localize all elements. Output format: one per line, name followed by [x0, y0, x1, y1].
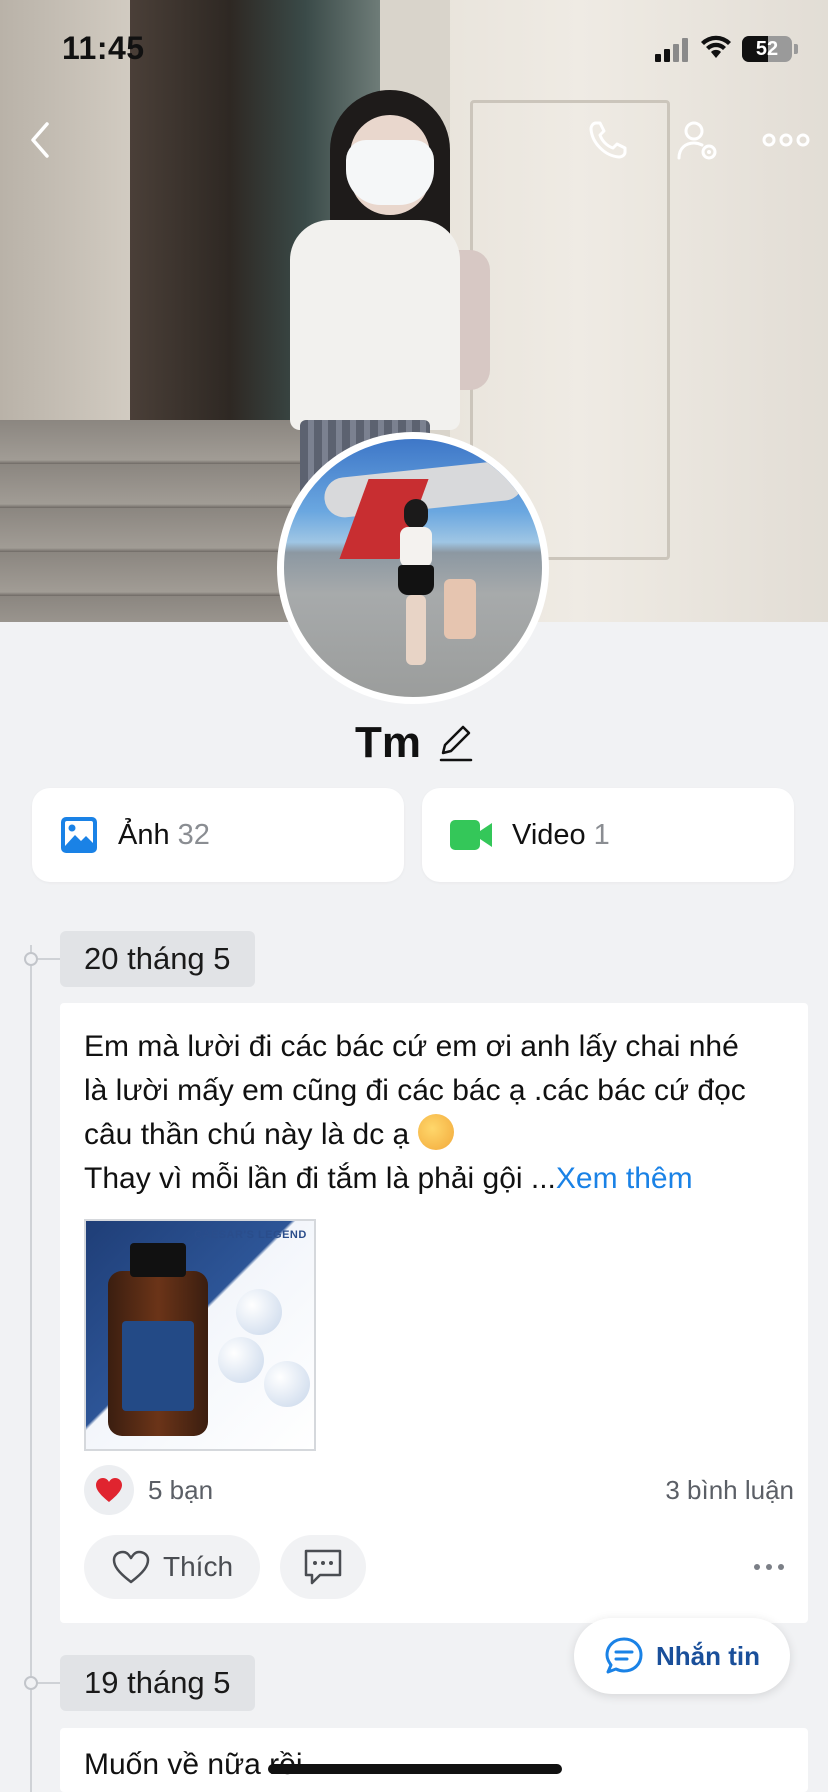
- more-options-button[interactable]: [758, 112, 814, 168]
- chat-bubble-icon: [605, 1637, 643, 1674]
- back-button[interactable]: [12, 112, 68, 168]
- face-savoring-emoji-icon: [417, 1114, 454, 1150]
- chevron-left-icon: [31, 122, 49, 158]
- battery-icon: 52: [742, 36, 792, 62]
- profile-avatar[interactable]: [277, 432, 549, 704]
- timeline-post[interactable]: Muốn về nữa rồi: [60, 1728, 808, 1792]
- photo-icon: [61, 817, 97, 853]
- battery-level: 52: [755, 38, 779, 60]
- post-actions: Thích: [84, 1535, 794, 1599]
- post-text-line: câu thần chú này là dc ạ: [84, 1118, 410, 1151]
- post-image[interactable]: CAESAR'S LEGEND: [84, 1219, 316, 1451]
- videos-card[interactable]: Video 1: [422, 788, 794, 882]
- reaction-count: 5 bạn: [148, 1474, 214, 1505]
- edit-pencil-icon[interactable]: [437, 723, 473, 763]
- wifi-icon: [701, 35, 731, 58]
- videos-label: Video: [512, 818, 586, 851]
- timeline-dot: [24, 1676, 38, 1690]
- user-settings-icon: [677, 121, 717, 160]
- post-text-line: Thay vì mỗi lần đi tắm là phải gội ...: [84, 1162, 556, 1195]
- photos-card[interactable]: Ảnh 32: [32, 788, 404, 882]
- comment-button[interactable]: [280, 1535, 366, 1599]
- comment-count[interactable]: 3 bình luận: [665, 1475, 794, 1506]
- heart-outline-icon: [112, 1550, 150, 1584]
- post-text[interactable]: Em mà lười đi các bác cứ em ơi anh lấy c…: [84, 1025, 794, 1201]
- timeline-post[interactable]: Em mà lười đi các bác cứ em ơi anh lấy c…: [60, 1003, 808, 1623]
- cellular-signal-icon: [655, 38, 689, 62]
- timeline-dot: [24, 952, 38, 966]
- see-more-link[interactable]: Xem thêm: [556, 1162, 693, 1195]
- home-indicator[interactable]: [268, 1764, 562, 1774]
- profile-settings-button[interactable]: [670, 112, 726, 168]
- phone-icon: [589, 121, 627, 159]
- photos-label: Ảnh: [118, 818, 170, 851]
- post-more-icon[interactable]: [754, 1564, 784, 1570]
- more-horizontal-icon: [762, 133, 810, 147]
- like-label: Thích: [162, 1551, 234, 1582]
- status-bar: 11:45 52: [0, 0, 828, 100]
- message-button-label: Nhắn tin: [656, 1640, 760, 1671]
- videos-count: 1: [593, 818, 610, 851]
- heart-reaction: [84, 1465, 134, 1515]
- call-button[interactable]: [580, 112, 636, 168]
- status-time: 11:45: [62, 30, 145, 66]
- post-text-line: là lười mấy em cũng đi các bác ạ .các bá…: [84, 1074, 746, 1107]
- post-date: 20 tháng 5: [60, 931, 255, 987]
- post-text-line: Em mà lười đi các bác cứ em ơi anh lấy c…: [84, 1030, 739, 1063]
- post-date: 19 tháng 5: [60, 1655, 255, 1711]
- video-camera-icon: [450, 820, 492, 850]
- message-button[interactable]: Nhắn tin: [574, 1618, 790, 1694]
- heart-icon: [96, 1478, 122, 1502]
- reactions-row[interactable]: 5 bạn 3 bình luận: [84, 1465, 794, 1515]
- like-button[interactable]: Thích: [84, 1535, 260, 1599]
- profile-name: Tm: [355, 718, 421, 767]
- photos-count: 32: [177, 818, 210, 851]
- image-brand-text: CAESAR'S LEGEND: [194, 1229, 307, 1241]
- profile-name-row: Tm: [0, 718, 828, 768]
- timeline-line: [30, 945, 32, 1792]
- comment-icon: [304, 1549, 342, 1585]
